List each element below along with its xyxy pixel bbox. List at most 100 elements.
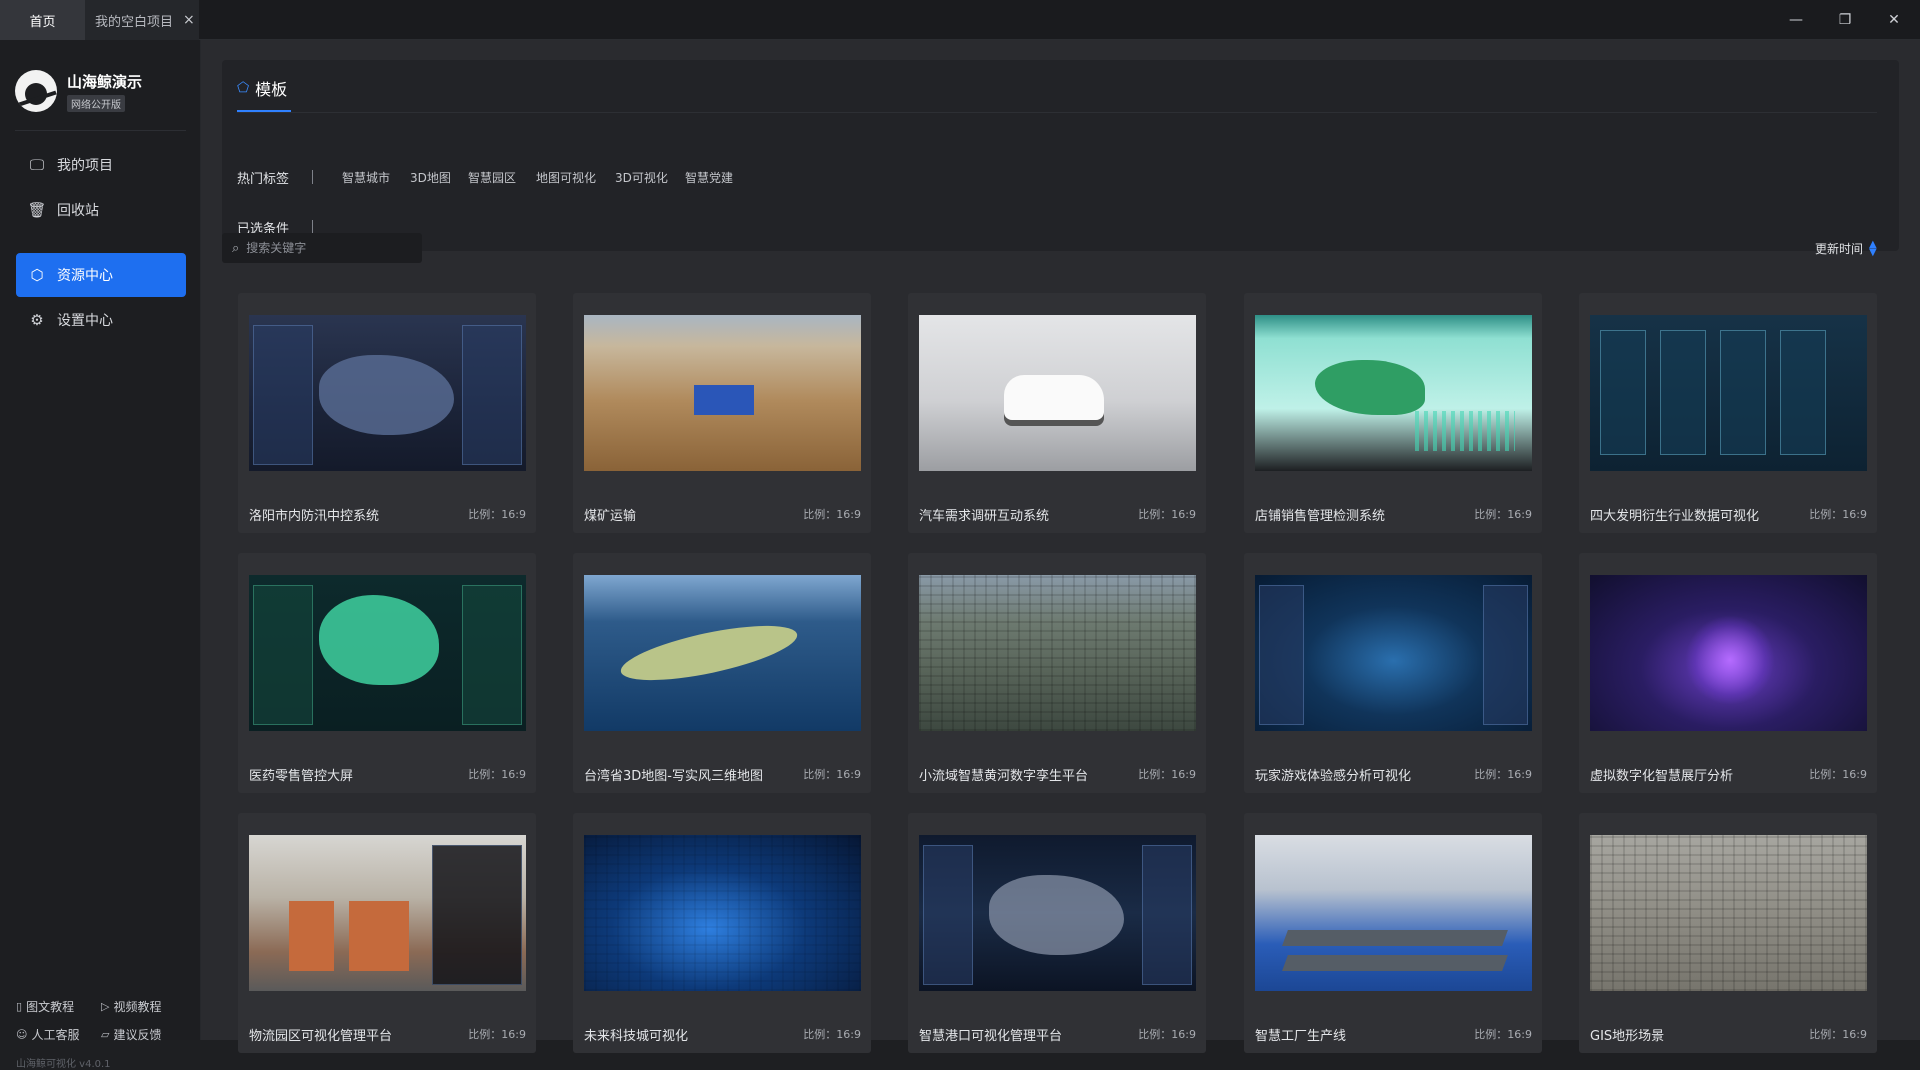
- template-title: 智慧工厂生产线: [1255, 1029, 1347, 1044]
- template-title: 小流域智慧黄河数字孪生平台: [919, 769, 1089, 784]
- sort-by-update-time[interactable]: 更新时间 ▲ ▼: [1815, 238, 1877, 258]
- restore-button[interactable]: ❐: [1833, 8, 1857, 32]
- sidebar-item-label: 资源中心: [57, 268, 113, 284]
- template-card[interactable]: 未来科技城可视化 比例：16:9: [573, 813, 871, 1053]
- tag-smart-city[interactable]: 智慧城市: [342, 169, 390, 186]
- main-content: ⬠ 模板 热门标签 智慧城市 3D地图 智慧园区 地图可视化 3D可视化 智慧党…: [201, 40, 1920, 1053]
- template-ratio: 比例：16:9: [1474, 768, 1532, 781]
- tab-home-label: 首页: [29, 14, 56, 30]
- template-thumbnail: [919, 575, 1196, 731]
- template-title: 煤矿运输: [584, 509, 637, 524]
- template-ratio: 比例：16:9: [803, 508, 861, 521]
- template-ratio: 比例：16:9: [1474, 508, 1532, 521]
- tab-project-label: 我的空白项目: [95, 14, 174, 30]
- template-title: 虚拟数字化智慧展厅分析: [1590, 769, 1734, 784]
- sidebar-item-label: 回收站: [57, 203, 99, 219]
- search-icon: ⌕: [232, 240, 240, 256]
- template-thumbnail: [1590, 315, 1867, 471]
- close-tab-icon[interactable]: ×: [183, 12, 195, 28]
- gear-icon: ⚙: [30, 311, 44, 329]
- customer-service-link[interactable]: ☺ 人工客服: [16, 1026, 79, 1043]
- tag-map-visualization[interactable]: 地图可视化: [536, 169, 596, 186]
- template-card[interactable]: 智慧港口可视化管理平台 比例：16:9: [908, 813, 1206, 1053]
- template-card[interactable]: 物流园区可视化管理平台 比例：16:9: [238, 813, 536, 1053]
- minimize-button[interactable]: —: [1784, 8, 1808, 32]
- doc-icon: ▯: [16, 1000, 23, 1013]
- feedback-icon: ▱: [101, 1028, 110, 1041]
- video-tutorial-link[interactable]: ▷ 视频教程: [101, 998, 161, 1015]
- tab-home[interactable]: 首页: [0, 0, 85, 40]
- template-ratio: 比例：16:9: [803, 768, 861, 781]
- customer-service-label: 人工客服: [31, 1028, 80, 1042]
- search-input[interactable]: [246, 241, 407, 255]
- tag-3d-visualization[interactable]: 3D可视化: [615, 169, 668, 186]
- video-tutorial-label: 视频教程: [113, 1000, 162, 1014]
- edition-badge: 网络公开版: [67, 94, 125, 112]
- sort-label: 更新时间: [1815, 242, 1864, 256]
- sidebar-item-recycle-bin[interactable]: 🗑 回收站: [16, 188, 186, 232]
- sidebar-item-my-projects[interactable]: 🖵 我的项目: [16, 143, 186, 187]
- section-title-label: 模板: [255, 80, 288, 99]
- template-card[interactable]: 玩家游戏体验感分析可视化 比例：16:9: [1244, 553, 1542, 793]
- tag-smart-park[interactable]: 智慧园区: [468, 169, 516, 186]
- trash-icon: 🗑: [27, 201, 47, 219]
- template-title: 店铺销售管理检测系统: [1255, 509, 1386, 524]
- logo-icon: [15, 70, 57, 112]
- template-thumbnail: [1590, 835, 1867, 991]
- template-title: 台湾省3D地图-写实风三维地图: [584, 769, 763, 784]
- template-card[interactable]: 虚拟数字化智慧展厅分析 比例：16:9: [1579, 553, 1877, 793]
- template-card[interactable]: 智慧工厂生产线 比例：16:9: [1244, 813, 1542, 1053]
- template-thumbnail: [1590, 575, 1867, 731]
- app-name: 山海鲸演示: [67, 72, 143, 91]
- template-ratio: 比例：16:9: [1138, 508, 1196, 521]
- hot-tags-label: 热门标签: [237, 172, 290, 187]
- close-window-button[interactable]: ✕: [1882, 8, 1906, 32]
- template-card[interactable]: 台湾省3D地图-写实风三维地图 比例：16:9: [573, 553, 871, 793]
- title-underline: [237, 110, 291, 112]
- tag-3d-map[interactable]: 3D地图: [410, 169, 451, 186]
- template-title: 四大发明衍生行业数据可视化: [1590, 509, 1760, 524]
- template-card[interactable]: 小流域智慧黄河数字孪生平台 比例：16:9: [908, 553, 1206, 793]
- template-card[interactable]: 煤矿运输 比例：16:9: [573, 293, 871, 533]
- app-logo: 山海鲸演示 网络公开版: [15, 70, 142, 112]
- feedback-link[interactable]: ▱ 建议反馈: [101, 1026, 161, 1043]
- title-rule: [237, 112, 1877, 113]
- sidebar-item-label: 我的项目: [57, 158, 113, 174]
- sidebar-divider: [15, 130, 186, 131]
- template-thumbnail: [584, 575, 861, 731]
- template-thumbnail: [584, 835, 861, 991]
- tag-smart-party[interactable]: 智慧党建: [685, 169, 733, 186]
- sort-icon: ▲ ▼: [1869, 238, 1877, 258]
- template-thumbnail: [1255, 575, 1532, 731]
- sidebar-item-settings[interactable]: ⚙ 设置中心: [16, 298, 186, 342]
- section-title: ⬠ 模板: [237, 76, 287, 100]
- template-title: 医药零售管控大屏: [249, 769, 354, 784]
- sidebar: 山海鲸演示 网络公开版 🖵 我的项目 🗑 回收站 ⬡ 资源中心 ⚙ 设置中心 ▯…: [0, 40, 201, 1070]
- template-title: 汽车需求调研互动系统: [919, 509, 1050, 524]
- template-card[interactable]: 洛阳市内防汛中控系统 比例：16:9: [238, 293, 536, 533]
- tab-project[interactable]: 我的空白项目 ×: [85, 0, 199, 40]
- template-thumbnail: [919, 315, 1196, 471]
- template-ratio: 比例：16:9: [1809, 768, 1867, 781]
- template-title: GIS地形场景: [1590, 1029, 1665, 1044]
- template-thumbnail: [1255, 315, 1532, 471]
- cube-icon: ⬡: [30, 266, 44, 284]
- template-title: 玩家游戏体验感分析可视化: [1255, 769, 1412, 784]
- title-bar: 首页 我的空白项目 × — ❐ ✕: [0, 0, 1920, 40]
- template-title: 物流园区可视化管理平台: [249, 1029, 393, 1044]
- template-icon: ⬠: [237, 80, 250, 96]
- template-card[interactable]: 汽车需求调研互动系统 比例：16:9: [908, 293, 1206, 533]
- template-ratio: 比例：16:9: [468, 508, 526, 521]
- sidebar-item-resource-center[interactable]: ⬡ 资源中心: [16, 253, 186, 297]
- play-icon: ▷: [101, 1000, 110, 1013]
- doc-tutorial-link[interactable]: ▯ 图文教程: [16, 998, 74, 1015]
- template-card[interactable]: 医药零售管控大屏 比例：16:9: [238, 553, 536, 793]
- template-ratio: 比例：16:9: [1809, 508, 1867, 521]
- template-thumbnail: [249, 575, 526, 731]
- template-card[interactable]: GIS地形场景 比例：16:9: [1579, 813, 1877, 1053]
- search-box[interactable]: ⌕: [222, 233, 422, 263]
- sidebar-item-label: 设置中心: [57, 313, 113, 329]
- template-thumbnail: [919, 835, 1196, 991]
- template-card[interactable]: 店铺销售管理检测系统 比例：16:9: [1244, 293, 1542, 533]
- template-card[interactable]: 四大发明衍生行业数据可视化 比例：16:9: [1579, 293, 1877, 533]
